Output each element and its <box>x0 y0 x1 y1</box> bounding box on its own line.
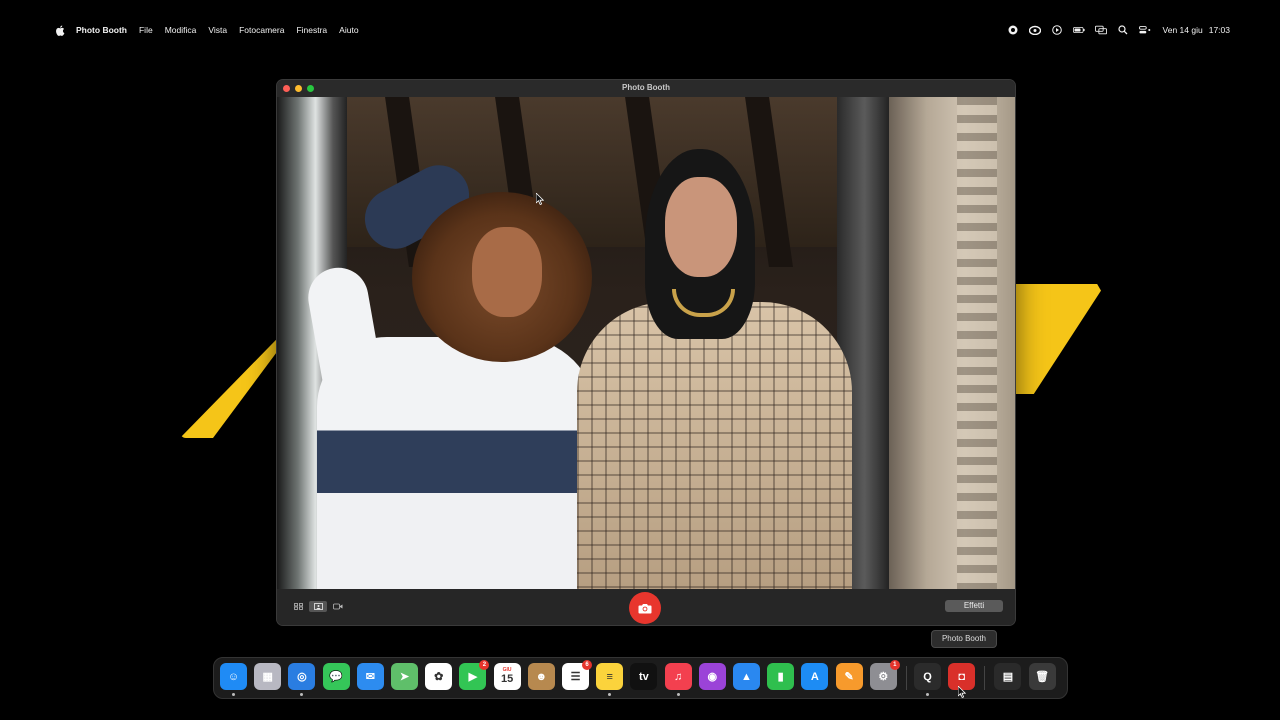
dock-numbers-icon[interactable]: ▮ <box>767 663 795 690</box>
dock-calendar-day: 15 <box>500 673 514 685</box>
dock-photos-icon[interactable]: ✿ <box>425 663 453 690</box>
dock-glyph: tv <box>639 670 649 683</box>
dock-launchpad-icon[interactable]: ▦ <box>254 663 282 690</box>
dock-glyph: ♫ <box>673 670 683 683</box>
dock-keynote-icon[interactable]: ▲ <box>733 663 760 690</box>
dock-glyph: A <box>810 670 819 683</box>
take-photo-button[interactable] <box>629 592 661 624</box>
battery-icon[interactable] <box>1072 24 1085 36</box>
dock-reminders-icon[interactable]: ☰ 6 <box>562 660 592 690</box>
mouse-cursor-icon <box>958 686 966 698</box>
dock-podcasts-icon[interactable]: ◉ <box>698 663 726 690</box>
menu-aiuto[interactable]: Aiuto <box>339 25 358 35</box>
person-left <box>317 337 597 589</box>
running-indicator <box>676 693 680 696</box>
dock-calendar-icon[interactable]: GIU 15 <box>493 663 521 690</box>
dock-glyph: ▦ <box>262 671 273 683</box>
dock-glyph: ➤ <box>399 671 410 683</box>
dock-app-store-icon[interactable]: A <box>801 663 829 690</box>
running-indicator <box>232 693 235 696</box>
menu-fotocamera[interactable]: Fotocamera <box>239 25 284 35</box>
dock-separator <box>984 666 986 690</box>
dock-trash-icon[interactable]: 🗑 <box>1028 663 1056 690</box>
dock-glyph: ☰ <box>570 671 581 683</box>
notification-badge: 1 <box>889 660 900 670</box>
notification-badge: 2 <box>479 660 490 670</box>
menubar-time[interactable]: 17:03 <box>1209 25 1230 35</box>
dock-downloads-stack-icon[interactable]: ▤ <box>994 663 1022 690</box>
dock-glyph: ▶ <box>468 671 478 683</box>
dock-finder-icon[interactable]: ☺ <box>220 663 247 690</box>
dock-glyph: ☻ <box>535 670 548 683</box>
menu-modifica[interactable]: Modifica <box>165 25 197 35</box>
dock-quicktime-icon[interactable]: Q <box>914 663 941 690</box>
camera-icon <box>638 603 652 613</box>
dock-messages-icon[interactable]: 💬 <box>322 663 350 690</box>
record-icon[interactable] <box>1007 24 1019 36</box>
dock-glyph: ◎ <box>297 671 307 683</box>
menubar-date[interactable]: Ven 14 giu <box>1163 25 1203 35</box>
wallpaper-swoosh-left <box>180 330 290 438</box>
video-mode-icon[interactable] <box>329 601 347 612</box>
wallpaper-swoosh-right <box>1005 284 1101 394</box>
single-photo-mode-icon[interactable] <box>309 601 327 612</box>
photo-booth-window: Photo Booth Effetti <box>277 80 1015 625</box>
dock-glyph: ◘ <box>958 670 966 683</box>
dock-system-settings-icon[interactable]: ⚙ 1 <box>869 660 900 690</box>
dock-facetime-icon[interactable]: ▶ 2 <box>459 660 490 690</box>
notification-badge: 6 <box>582 660 592 670</box>
dock-tv-icon[interactable]: tv <box>630 663 658 690</box>
person-right <box>577 302 852 589</box>
dock-glyph: ✉ <box>365 671 375 683</box>
dock-notes-icon[interactable]: ≡ <box>596 663 624 690</box>
dock-glyph: ✿ <box>434 671 444 683</box>
dock-glyph: 💬 <box>329 671 343 683</box>
screen-mirroring-icon[interactable] <box>1094 24 1107 36</box>
window-titlebar[interactable]: Photo Booth <box>277 80 1015 98</box>
dock-glyph: ▤ <box>1002 671 1014 683</box>
dock-glyph: 🗑 <box>1035 671 1050 683</box>
photo-booth-toolbar: Effetti <box>277 589 1015 625</box>
dock-mail-icon[interactable]: ✉ <box>356 663 384 690</box>
dock-glyph: ✎ <box>844 671 854 683</box>
running-indicator <box>608 693 612 696</box>
effects-button[interactable]: Effetti <box>945 600 1003 612</box>
window-title: Photo Booth <box>622 83 670 92</box>
dock-glyph: ≡ <box>606 670 613 683</box>
menu-file[interactable]: File <box>139 25 153 35</box>
creative-cloud-icon[interactable] <box>1028 24 1041 36</box>
apple-logo-icon[interactable] <box>55 25 65 36</box>
running-indicator <box>926 693 929 696</box>
menu-finestra[interactable]: Finestra <box>296 25 327 35</box>
dock-maps-icon[interactable]: ➤ <box>391 663 418 690</box>
spotlight-search-icon[interactable] <box>1117 24 1129 36</box>
play-status-icon[interactable] <box>1051 24 1063 36</box>
menu-vista[interactable]: Vista <box>208 25 227 35</box>
menu-bar: Photo Booth File Modifica Vista Fotocame… <box>0 0 1280 62</box>
dock-contacts-icon[interactable]: ☻ <box>527 663 555 690</box>
dock-safari-icon[interactable]: ◎ <box>288 663 316 690</box>
dock-glyph: ▮ <box>777 671 784 683</box>
dock-glyph: ☺ <box>227 670 240 683</box>
dock-glyph: ◉ <box>707 671 718 683</box>
dock: ☺ ▦ ◎ 💬 ✉ ➤ ✿ ▶ 2 GIU 15 ☻ ☰ 6 ≡ tv ♫ ◉ ▲ ▮ A ✎ ⚙ 1 Q ◘ ▤ 🗑 <box>213 657 1068 699</box>
control-center-icon[interactable] <box>1138 24 1151 36</box>
dock-glyph: ⚙ <box>878 671 889 683</box>
dock-glyph: Q <box>923 670 932 683</box>
dock-tooltip: Photo Booth <box>931 630 997 648</box>
dock-separator <box>906 666 907 690</box>
dock-music-icon[interactable]: ♫ <box>664 663 692 690</box>
grid-mode-icon[interactable] <box>289 601 307 612</box>
mouse-cursor-icon <box>536 193 544 205</box>
running-indicator <box>300 693 304 696</box>
dock-pages-icon[interactable]: ✎ <box>835 663 863 690</box>
camera-preview <box>277 97 1015 589</box>
dock-glyph: ▲ <box>741 670 752 683</box>
menu-app-name[interactable]: Photo Booth <box>76 25 127 35</box>
